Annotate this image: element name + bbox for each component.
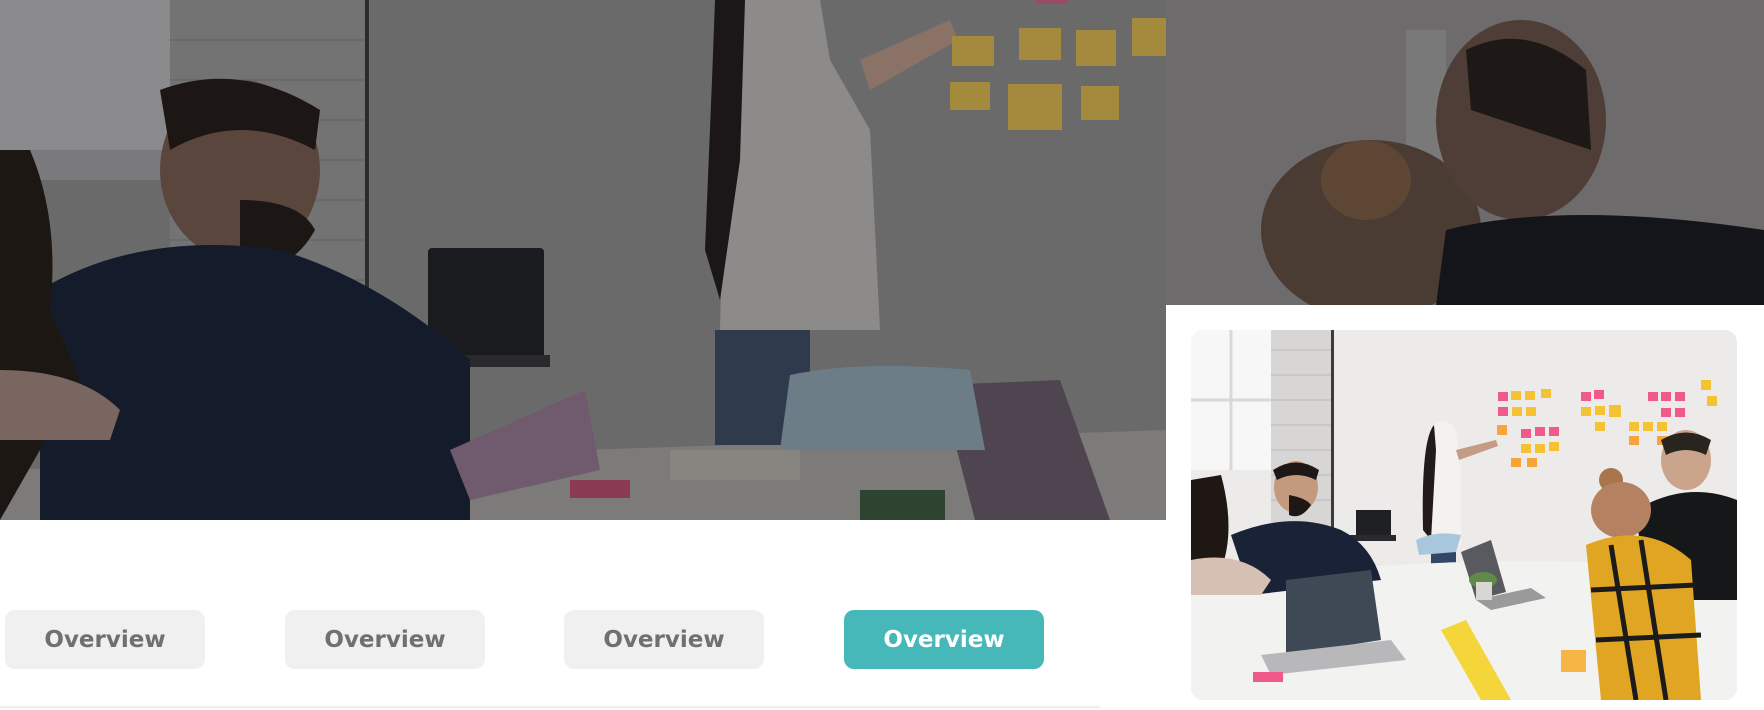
hero-image-right [1166,0,1764,305]
hero-image [0,0,1166,520]
tab-overview-4-active[interactable]: Overview [844,610,1044,669]
tab-overview-2[interactable]: Overview [285,610,485,669]
bottom-divider [0,706,1100,708]
tab-overview-1[interactable]: Overview [5,610,205,669]
image-card [1166,305,1764,710]
tab-overview-3[interactable]: Overview [564,610,764,669]
thumbnail-image[interactable] [1191,330,1737,700]
